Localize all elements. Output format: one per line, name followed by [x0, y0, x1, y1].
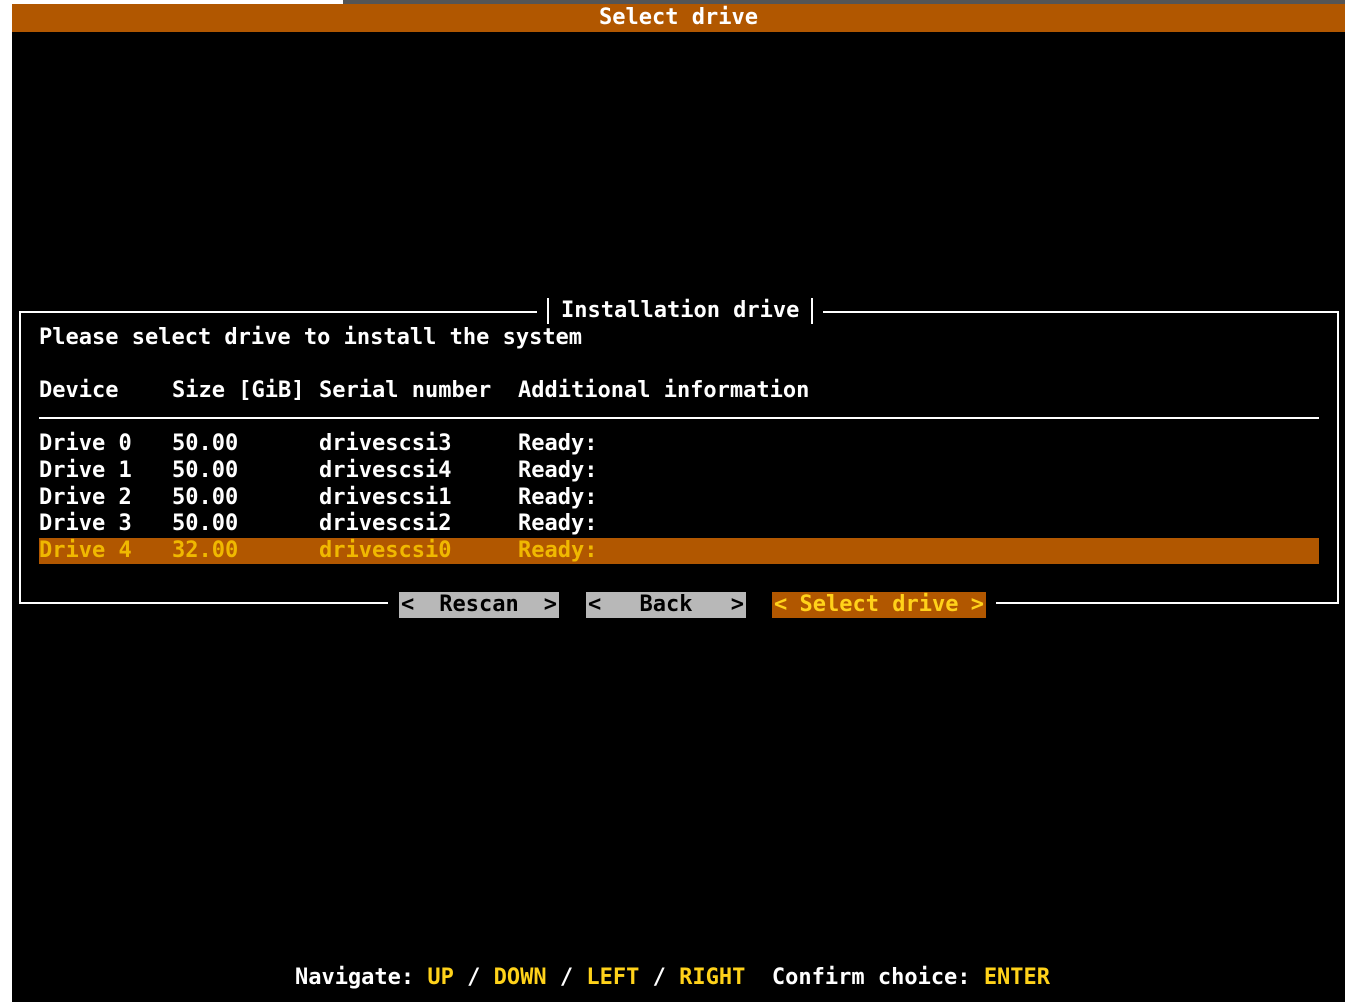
drive-row-3[interactable]: Drive 3 50.00 drivescsi2 Ready: — [39, 511, 1319, 537]
header-separator — [39, 417, 1319, 419]
column-header-info: Additional information — [518, 378, 810, 403]
drive-device: Drive 2 — [39, 485, 132, 510]
select-label: Select drive — [799, 592, 959, 617]
panel-title-right-bar — [811, 298, 814, 324]
drive-size: 50.00 — [172, 458, 239, 483]
window-title: Select drive — [599, 5, 758, 30]
panel-title-left-bar — [547, 298, 549, 324]
left-edge-bar — [0, 0, 12, 1002]
drive-row-2[interactable]: Drive 2 50.00 drivescsi1 Ready: — [39, 485, 1319, 511]
drive-serial: drivescsi4 — [319, 458, 452, 483]
drive-device: Drive 1 — [39, 458, 132, 483]
window-title-bar: Select drive — [12, 4, 1345, 32]
back-right-bracket: > — [730, 592, 744, 617]
drive-serial: drivescsi1 — [319, 485, 452, 510]
drive-row-1[interactable]: Drive 1 50.00 drivescsi4 Ready: — [39, 458, 1319, 484]
key-right: RIGHT — [679, 965, 746, 990]
drive-serial: drivescsi2 — [319, 511, 452, 536]
drive-device: Drive 0 — [39, 431, 132, 456]
rescan-button[interactable]: < Rescan > — [399, 592, 559, 618]
drive-serial: drivescsi3 — [319, 431, 452, 456]
column-header-serial: Serial number — [319, 378, 492, 403]
drive-size: 50.00 — [172, 485, 239, 510]
drive-info: Ready: — [518, 431, 598, 456]
drive-row-0[interactable]: Drive 0 50.00 drivescsi3 Ready: — [39, 431, 1319, 457]
drive-info: Ready: — [518, 458, 598, 483]
slash-sep: / — [467, 965, 481, 990]
back-button[interactable]: < Back > — [586, 592, 746, 618]
drive-info: Ready: — [518, 511, 598, 536]
slash-sep: / — [652, 965, 666, 990]
select-right-bracket: > — [970, 592, 984, 617]
key-up: UP — [427, 965, 454, 990]
panel-title-text: Installation drive — [561, 298, 800, 323]
key-down: DOWN — [493, 965, 547, 990]
panel-title: Installation drive — [537, 297, 824, 325]
confirm-label: Confirm choice: — [771, 965, 971, 990]
key-enter: ENTER — [983, 965, 1051, 990]
rescan-label: Rescan — [439, 592, 519, 617]
drive-device: Drive 3 — [39, 511, 132, 536]
drive-info: Ready: — [518, 538, 598, 563]
drive-size: 32.00 — [172, 538, 239, 563]
column-header-device: Device — [39, 378, 119, 403]
select-drive-button[interactable]: < Select drive > — [772, 592, 986, 618]
drive-row-4-selected[interactable]: Drive 4 32.00 drivescsi0 Ready: — [39, 538, 1319, 564]
drive-size: 50.00 — [172, 511, 239, 536]
drive-serial: drivescsi0 — [319, 538, 452, 563]
drive-size: 50.00 — [172, 431, 239, 456]
rescan-right-bracket: > — [543, 592, 557, 617]
key-hints-bar: Navigate: UP / DOWN / LEFT / RIGHT Confi… — [0, 964, 1345, 992]
drive-info: Ready: — [518, 485, 598, 510]
navigate-label: Navigate: — [294, 965, 415, 990]
key-left: LEFT — [586, 965, 640, 990]
slash-sep: / — [559, 965, 574, 990]
column-header-size: Size [GiB] — [172, 378, 305, 403]
panel-prompt: Please select drive to install the syste… — [39, 325, 583, 350]
back-label: Back — [639, 592, 693, 617]
drive-device: Drive 4 — [39, 538, 132, 563]
